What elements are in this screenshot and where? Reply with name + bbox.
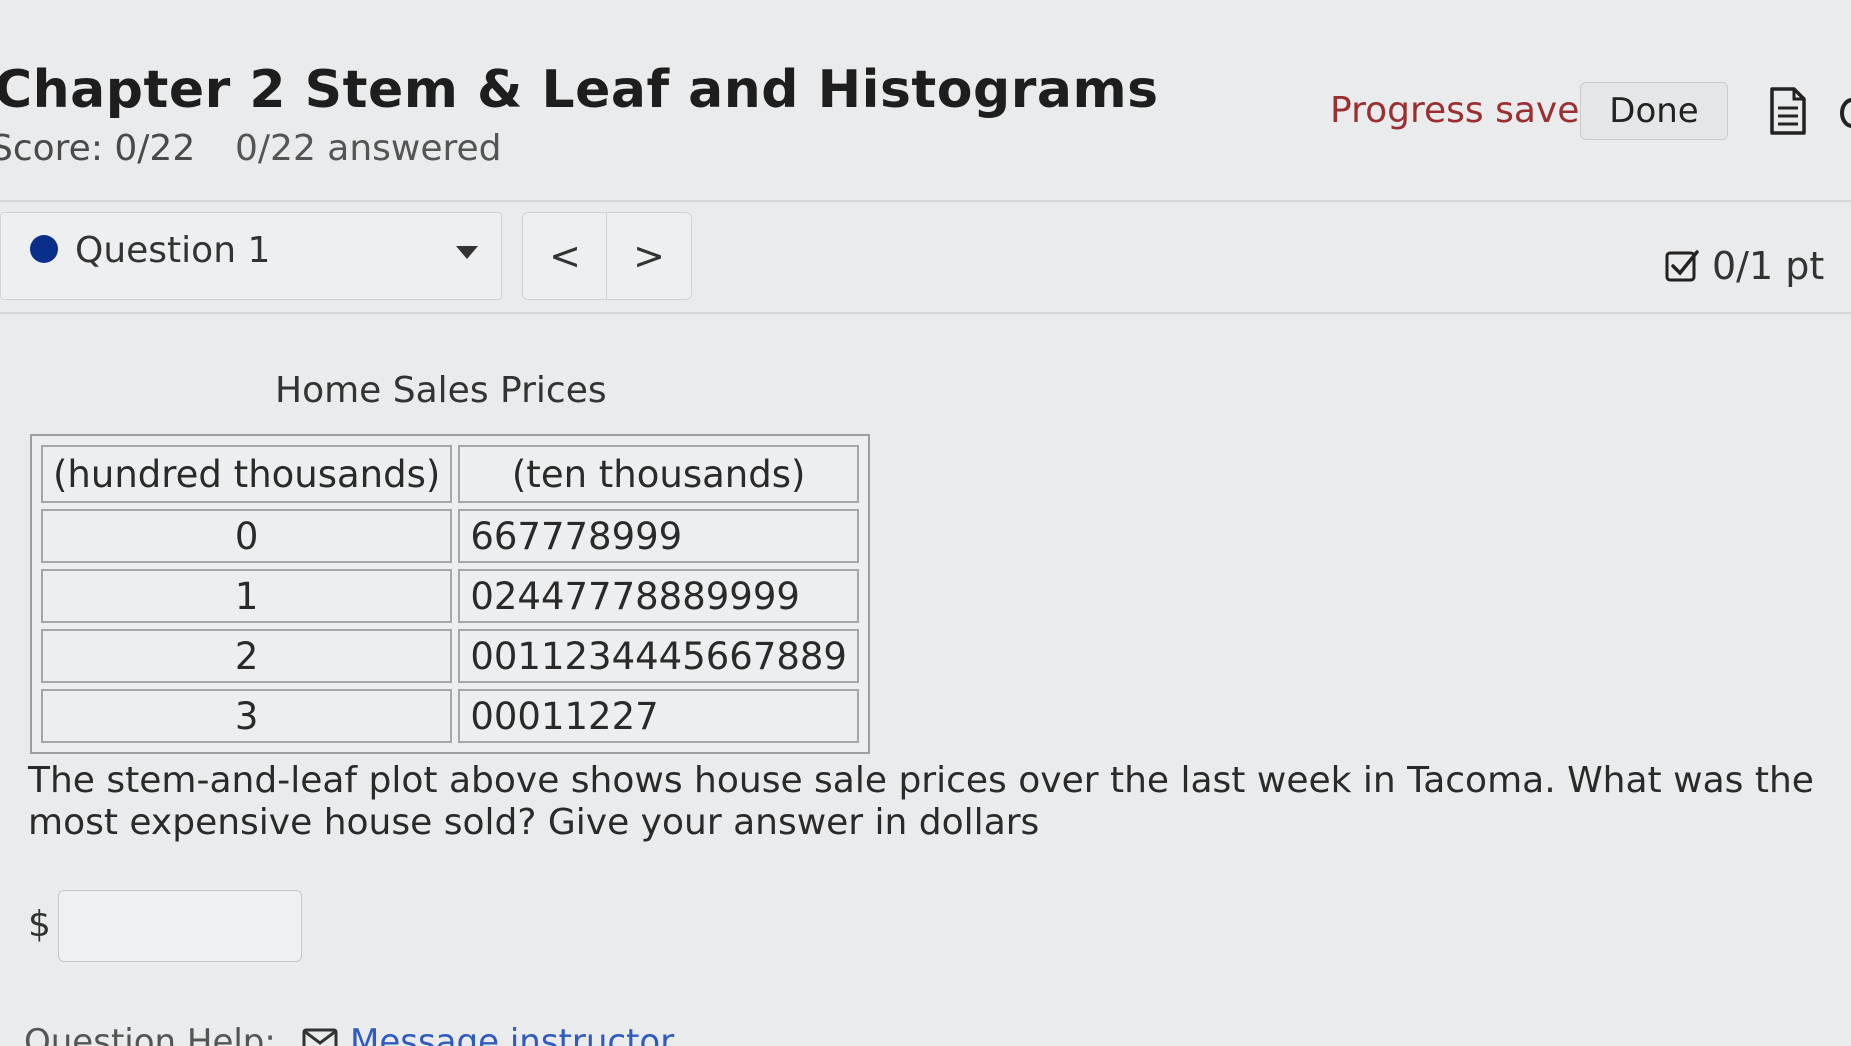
- stem-leaf-table: (hundred thousands) (ten thousands) 0 66…: [30, 434, 870, 754]
- table-row: 2 0011234445667889: [41, 629, 859, 683]
- page: Chapter 2 Stem & Leaf and Histograms Sco…: [0, 0, 1851, 1046]
- checkbox-check-icon: [1665, 250, 1699, 282]
- stem-column-header: (hundred thousands): [41, 445, 453, 503]
- progress-saved-status: Progress saved: [1330, 90, 1603, 131]
- notes-icon[interactable]: [1768, 86, 1808, 136]
- score-text: Score: 0/22: [0, 128, 196, 169]
- table-header-row: (hundred thousands) (ten thousands): [41, 445, 859, 503]
- stem-cell: 3: [41, 689, 453, 743]
- table-row: 3 00011227: [41, 689, 859, 743]
- points-label: 0/1 pt: [1712, 244, 1825, 288]
- stem-cell: 2: [41, 629, 453, 683]
- chevron-right-icon: >: [633, 234, 665, 278]
- mail-icon[interactable]: [302, 1028, 338, 1046]
- leaf-column-header: (ten thousands): [458, 445, 859, 503]
- partial-icon[interactable]: [1838, 96, 1851, 130]
- question-status-dot: [30, 235, 58, 263]
- table-row: 1 02447778889999: [41, 569, 859, 623]
- next-question-button[interactable]: >: [606, 212, 692, 300]
- message-instructor-link[interactable]: Message instructor: [350, 1022, 674, 1046]
- nav-divider: [0, 312, 1851, 314]
- answered-count: 0/22 answered: [235, 128, 502, 169]
- stem-cell: 1: [41, 569, 453, 623]
- leaf-cell: 0011234445667889: [458, 629, 859, 683]
- assignment-title: Chapter 2 Stem & Leaf and Histograms: [0, 60, 1159, 120]
- question-text: The stem-and-leaf plot above shows house…: [28, 760, 1814, 843]
- answer-input[interactable]: [58, 890, 302, 962]
- stem-cell: 0: [41, 509, 453, 563]
- leaf-cell: 00011227: [458, 689, 859, 743]
- question-select-label: Question 1: [75, 230, 271, 271]
- header-divider: [0, 200, 1851, 202]
- previous-question-button[interactable]: <: [522, 212, 608, 300]
- caret-down-icon: [456, 246, 478, 259]
- table-row: 0 667778999: [41, 509, 859, 563]
- currency-symbol: $: [28, 904, 51, 945]
- question-help-label: Question Help:: [24, 1022, 276, 1046]
- done-button[interactable]: Done: [1580, 82, 1728, 140]
- table-title: Home Sales Prices: [275, 370, 607, 411]
- leaf-cell: 667778999: [458, 509, 859, 563]
- leaf-cell: 02447778889999: [458, 569, 859, 623]
- chevron-left-icon: <: [549, 234, 581, 278]
